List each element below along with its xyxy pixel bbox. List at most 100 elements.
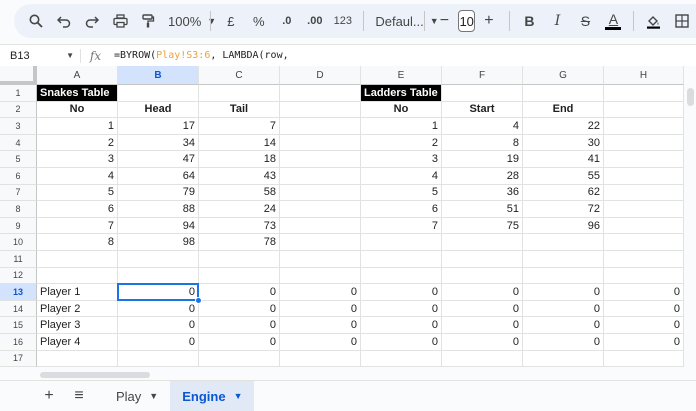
table-cell[interactable]: 62: [523, 184, 604, 202]
player-value[interactable]: 0: [199, 334, 280, 351]
player-value[interactable]: 0: [361, 300, 442, 318]
player-value[interactable]: 0: [442, 334, 523, 351]
grid-cell[interactable]: [442, 251, 523, 268]
table-cell[interactable]: 7: [361, 217, 442, 235]
grid-cell[interactable]: [604, 151, 684, 168]
player-value[interactable]: 0: [118, 317, 199, 334]
chevron-down-icon[interactable]: ▼: [149, 391, 158, 401]
format-currency-button[interactable]: £: [219, 8, 243, 34]
paint-format-icon[interactable]: [136, 8, 160, 34]
grid-cell[interactable]: [280, 217, 361, 235]
row-header-8[interactable]: 8: [0, 201, 37, 218]
font-size-input[interactable]: 10: [458, 10, 475, 32]
player-value[interactable]: 0: [361, 317, 442, 334]
table-cell[interactable]: 1: [37, 118, 118, 135]
row-header-7[interactable]: 7: [0, 184, 37, 202]
row-header-14[interactable]: 14: [0, 300, 37, 318]
grid-cell[interactable]: [604, 217, 684, 235]
strikethrough-button[interactable]: S: [573, 8, 597, 34]
player-name[interactable]: Player 1: [37, 284, 118, 301]
formula-input[interactable]: =BYROW(Play!S3:6, LAMBDA(row,: [110, 50, 289, 61]
table-cell[interactable]: 6: [361, 201, 442, 218]
grid-cell[interactable]: [199, 267, 280, 285]
grid-cell[interactable]: [604, 118, 684, 135]
grid-cell[interactable]: [442, 350, 523, 368]
player-value[interactable]: 0: [523, 284, 604, 301]
grid-cell[interactable]: [280, 85, 361, 102]
table-cell[interactable]: 3: [361, 151, 442, 168]
player-value[interactable]: 0: [118, 284, 199, 301]
table-cell[interactable]: 1: [361, 118, 442, 135]
table-header[interactable]: No: [361, 101, 442, 119]
table-cell[interactable]: 24: [199, 201, 280, 218]
undo-icon[interactable]: [52, 8, 76, 34]
table-cell[interactable]: 8: [37, 234, 118, 251]
grid-cell[interactable]: [37, 350, 118, 368]
horizontal-scroll-thumb[interactable]: [40, 372, 150, 378]
grid-cell[interactable]: [604, 134, 684, 152]
grid-cell[interactable]: [280, 267, 361, 285]
grid-cell[interactable]: [523, 251, 604, 268]
ladders-table-title[interactable]: Ladders Table: [361, 85, 442, 102]
row-header-1[interactable]: 1: [0, 85, 37, 102]
grid-cell[interactable]: [604, 201, 684, 218]
select-all-corner[interactable]: [0, 66, 37, 85]
row-header-2[interactable]: 2: [0, 101, 37, 119]
player-value[interactable]: 0: [118, 300, 199, 318]
grid-cell[interactable]: [523, 267, 604, 285]
table-cell[interactable]: 7: [199, 118, 280, 135]
increase-decimal-button[interactable]: .00: [303, 8, 327, 34]
column-header-b[interactable]: B: [118, 66, 199, 85]
sheet-tab-play[interactable]: Play ▼: [104, 381, 170, 411]
grid-cell[interactable]: [199, 350, 280, 368]
player-value[interactable]: 0: [199, 317, 280, 334]
vertical-scrollbar[interactable]: [684, 86, 696, 376]
format-percent-button[interactable]: %: [247, 8, 271, 34]
table-cell[interactable]: 73: [199, 217, 280, 235]
row-header-15[interactable]: 15: [0, 317, 37, 334]
fill-handle[interactable]: [195, 296, 202, 304]
table-header[interactable]: End: [523, 101, 604, 119]
vertical-scroll-thumb[interactable]: [687, 88, 694, 106]
grid-cell[interactable]: [280, 350, 361, 368]
table-cell[interactable]: 72: [523, 201, 604, 218]
grid-cell[interactable]: [442, 85, 523, 102]
table-cell[interactable]: 2: [37, 134, 118, 152]
grid-cell[interactable]: [37, 251, 118, 268]
font-select[interactable]: Defaul... ▼: [371, 8, 438, 34]
grid-cell[interactable]: [118, 350, 199, 368]
player-value[interactable]: 0: [523, 300, 604, 318]
redo-icon[interactable]: [80, 8, 104, 34]
player-value[interactable]: 0: [604, 334, 684, 351]
add-sheet-button[interactable]: +: [34, 381, 64, 411]
table-cell[interactable]: 58: [199, 184, 280, 202]
column-header-c[interactable]: C: [199, 66, 280, 85]
row-header-5[interactable]: 5: [0, 151, 37, 168]
column-header-g[interactable]: G: [523, 66, 604, 85]
table-cell[interactable]: 7: [37, 217, 118, 235]
table-cell[interactable]: 28: [442, 168, 523, 185]
player-value[interactable]: 0: [280, 317, 361, 334]
chevron-down-icon[interactable]: ▼: [234, 391, 243, 401]
grid-cell[interactable]: [280, 251, 361, 268]
player-value[interactable]: 0: [442, 300, 523, 318]
table-cell[interactable]: 55: [523, 168, 604, 185]
column-header-e[interactable]: E: [361, 66, 442, 85]
grid-cell[interactable]: [604, 85, 684, 102]
table-cell[interactable]: 19: [442, 151, 523, 168]
fill-color-icon[interactable]: [642, 8, 666, 34]
player-value[interactable]: 0: [523, 334, 604, 351]
table-header[interactable]: No: [37, 101, 118, 119]
player-value[interactable]: 0: [199, 300, 280, 318]
table-cell[interactable]: 34: [118, 134, 199, 152]
row-header-10[interactable]: 10: [0, 234, 37, 251]
player-name[interactable]: Player 2: [37, 300, 118, 318]
bold-button[interactable]: B: [517, 8, 541, 34]
zoom-select[interactable]: 100% ▼: [164, 8, 216, 34]
row-header-13[interactable]: 13: [0, 284, 37, 301]
player-value[interactable]: 0: [442, 284, 523, 301]
borders-icon[interactable]: [670, 8, 694, 34]
grid-cell[interactable]: [523, 85, 604, 102]
row-header-16[interactable]: 16: [0, 334, 37, 351]
table-cell[interactable]: 64: [118, 168, 199, 185]
